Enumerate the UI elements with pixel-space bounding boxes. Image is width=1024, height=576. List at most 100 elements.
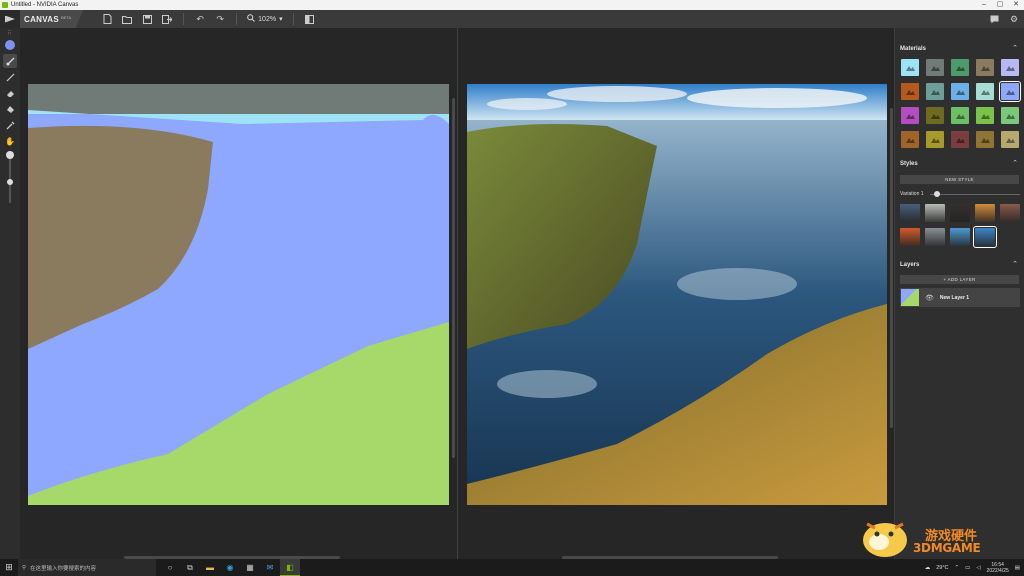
material-water-button[interactable] bbox=[999, 81, 1021, 102]
layer-row[interactable]: 👁 New Layer 1 bbox=[900, 288, 1020, 307]
file-explorer-icon[interactable]: ▬ bbox=[200, 559, 220, 576]
style-5-thumbnail[interactable] bbox=[1000, 204, 1020, 222]
slider-knob[interactable] bbox=[7, 179, 13, 185]
style-4-thumbnail[interactable] bbox=[975, 204, 995, 222]
zoom-value: 102% bbox=[258, 15, 277, 23]
style-8-thumbnail[interactable] bbox=[950, 228, 970, 246]
minimize-icon[interactable]: – bbox=[976, 0, 992, 10]
export-icon[interactable] bbox=[157, 10, 177, 28]
site-watermark: 游戏硬件 3DMGAME bbox=[855, 512, 1024, 560]
pan-hand-icon[interactable]: ✋ bbox=[3, 134, 17, 148]
network-icon[interactable]: ▭ bbox=[965, 565, 970, 571]
material-hill-button[interactable] bbox=[951, 107, 969, 124]
add-layer-button[interactable]: + ADD LAYER bbox=[900, 275, 1019, 284]
notification-icon[interactable]: ▤ bbox=[1015, 565, 1020, 571]
taskbar-search[interactable]: ⚲ 在这里输入你要搜索的内容 bbox=[18, 559, 156, 576]
window-title: Untitled - NVIDIA Canvas bbox=[11, 2, 79, 8]
windows-start-icon[interactable]: ⊞ bbox=[0, 562, 18, 573]
material-grass-button[interactable] bbox=[951, 59, 969, 76]
right-panel: Materials ⌃ Styles ⌃ NEW STYLE Variation… bbox=[894, 28, 1024, 559]
layers-title: Layers bbox=[900, 262, 920, 268]
new-file-icon[interactable] bbox=[97, 10, 117, 28]
slider-knob[interactable] bbox=[6, 151, 14, 159]
chevron-down-icon: ▾ bbox=[279, 16, 283, 23]
toolbar-divider bbox=[292, 13, 294, 25]
eye-icon[interactable]: 👁 bbox=[925, 294, 934, 302]
eyedropper-icon[interactable] bbox=[3, 118, 17, 132]
open-folder-icon[interactable] bbox=[117, 10, 137, 28]
material-flower-button[interactable] bbox=[901, 107, 919, 124]
mail-icon[interactable]: ✉ bbox=[260, 559, 280, 576]
feedback-icon[interactable] bbox=[984, 10, 1004, 28]
collapse-chevron-icon[interactable]: ⌃ bbox=[1012, 159, 1018, 167]
brush-icon[interactable] bbox=[3, 54, 17, 68]
maximize-icon[interactable]: ▢ bbox=[992, 0, 1008, 10]
store-icon[interactable]: ▦ bbox=[240, 559, 260, 576]
split-view-icon[interactable] bbox=[300, 10, 320, 28]
paint-canvas[interactable] bbox=[28, 84, 449, 505]
styles-title: Styles bbox=[900, 161, 918, 167]
material-mountain-button[interactable] bbox=[976, 59, 994, 76]
fill-icon[interactable] bbox=[3, 102, 17, 116]
tray-chevron-icon[interactable]: ⌃ bbox=[955, 565, 960, 571]
vertical-scrollbar[interactable] bbox=[890, 108, 893, 428]
material-sand-button[interactable] bbox=[926, 107, 944, 124]
mascot-icon bbox=[863, 522, 907, 557]
materials-grid bbox=[901, 59, 1021, 148]
style-3-thumbnail[interactable] bbox=[950, 204, 970, 222]
material-rock-button[interactable] bbox=[901, 131, 919, 148]
watermark-en: 3DMGAME bbox=[913, 541, 981, 555]
material-bush-button[interactable] bbox=[1001, 107, 1019, 124]
vertical-scrollbar[interactable] bbox=[452, 98, 455, 458]
windows-taskbar: ⊞ ⚲ 在这里输入你要搜索的内容 ○ ⧉ ▬ ◉ ▦ ✉ ◧ ☁ 29°C ⌃ … bbox=[0, 559, 1024, 576]
search-icon: ⚲ bbox=[22, 564, 27, 571]
zoom-control[interactable]: 102% ▾ bbox=[243, 14, 286, 24]
brand-badge: BETA bbox=[61, 14, 72, 20]
save-icon[interactable] bbox=[137, 10, 157, 28]
material-ice-button[interactable] bbox=[951, 83, 969, 100]
collapse-chevron-icon[interactable]: ⌃ bbox=[1012, 44, 1018, 52]
color-picker-icon[interactable] bbox=[3, 38, 17, 52]
output-canvas bbox=[467, 84, 887, 505]
cortana-icon[interactable]: ○ bbox=[160, 559, 180, 576]
redo-icon[interactable]: ↷ bbox=[210, 10, 230, 28]
edge-icon[interactable]: ◉ bbox=[220, 559, 240, 576]
material-snow-button[interactable] bbox=[1001, 59, 1019, 76]
collapse-chevron-icon[interactable]: ⌃ bbox=[1012, 260, 1018, 268]
search-placeholder: 在这里输入你要搜索的内容 bbox=[30, 565, 97, 572]
material-sky-button[interactable] bbox=[901, 59, 919, 76]
style-2-thumbnail[interactable] bbox=[925, 204, 945, 222]
material-house-button[interactable] bbox=[926, 83, 944, 100]
material-palm-button[interactable] bbox=[926, 131, 944, 148]
style-6-thumbnail[interactable] bbox=[900, 228, 920, 246]
window-titlebar: Untitled - NVIDIA Canvas – ▢ ✕ bbox=[0, 0, 1024, 10]
material-cloud-button[interactable] bbox=[926, 59, 944, 76]
material-tree-button[interactable] bbox=[976, 107, 994, 124]
task-view-icon[interactable]: ⧉ bbox=[180, 559, 200, 576]
style-7-thumbnail[interactable] bbox=[925, 228, 945, 246]
clock[interactable]: 16:54 2022/4/25 bbox=[987, 562, 1009, 574]
material-fog-button[interactable] bbox=[976, 83, 994, 100]
new-style-button[interactable]: NEW STYLE bbox=[900, 175, 1019, 184]
undo-icon[interactable]: ↶ bbox=[190, 10, 210, 28]
app-toolbar: CANVAS BETA ↶ ↷ 102% ▾ ⚙ bbox=[0, 10, 1024, 28]
brand-name: CANVAS bbox=[24, 14, 59, 24]
brand: CANVAS BETA bbox=[20, 10, 84, 28]
nvidia-canvas-taskbar-icon[interactable]: ◧ bbox=[280, 559, 300, 576]
slider-knob[interactable] bbox=[933, 190, 940, 197]
style-1-thumbnail[interactable] bbox=[900, 204, 920, 222]
variation-slider[interactable] bbox=[929, 190, 1020, 197]
material-dirt-button[interactable] bbox=[901, 83, 919, 100]
variation-label: Variation 1 bbox=[900, 191, 924, 197]
settings-gear-icon[interactable]: ⚙ bbox=[1004, 10, 1024, 28]
style-9-thumbnail[interactable] bbox=[973, 226, 997, 248]
brush-size-slider[interactable] bbox=[6, 151, 14, 203]
clock-date: 2022/4/25 bbox=[986, 567, 1009, 574]
eraser-icon[interactable] bbox=[3, 86, 17, 100]
line-icon[interactable] bbox=[3, 70, 17, 84]
material-stone-button[interactable] bbox=[951, 131, 969, 148]
material-wall-button[interactable] bbox=[1001, 131, 1019, 148]
close-icon[interactable]: ✕ bbox=[1008, 0, 1024, 10]
volume-icon[interactable]: ◁ bbox=[976, 565, 980, 571]
material-shrub-button[interactable] bbox=[976, 131, 994, 148]
